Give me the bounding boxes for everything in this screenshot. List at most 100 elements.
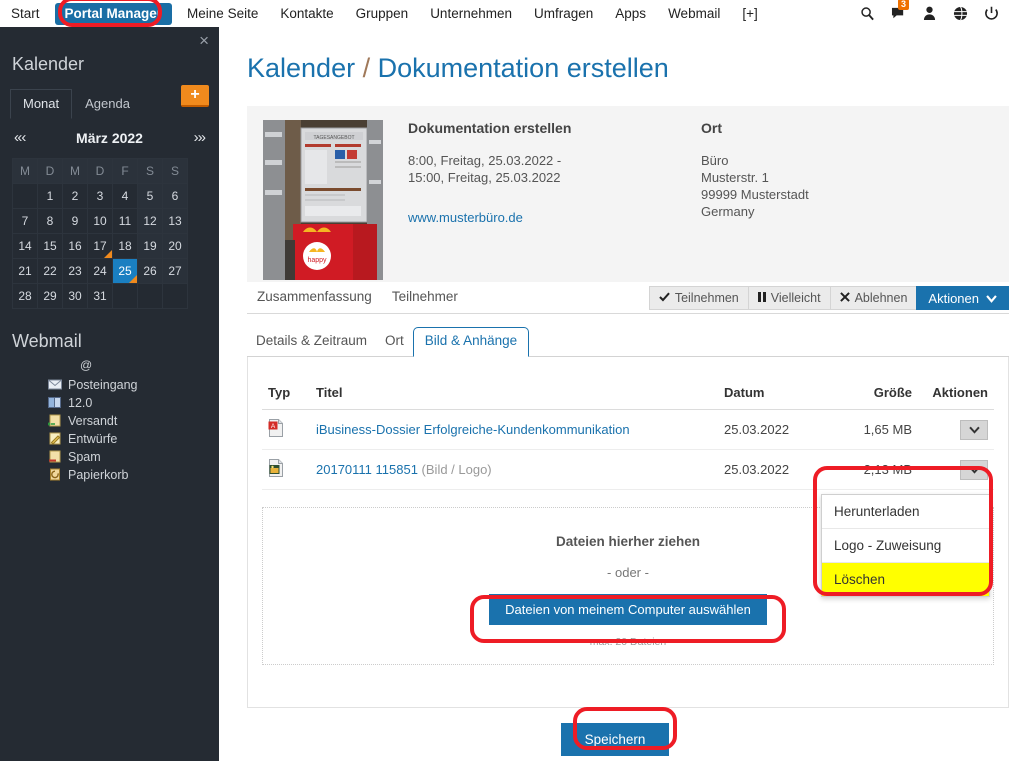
col-datum: Datum	[718, 379, 828, 410]
calendar-day-empty	[162, 283, 188, 309]
location-heading: Ort	[701, 120, 722, 136]
calendar-day-6[interactable]: 6	[162, 183, 188, 209]
location-line: Büro	[701, 153, 729, 168]
nav-item-meine-seite[interactable]: Meine Seite	[176, 0, 269, 27]
subtab-details-zeitraum[interactable]: Details & Zeitraum	[247, 328, 376, 357]
calendar-day-10[interactable]: 10	[87, 208, 113, 234]
power-icon[interactable]	[983, 6, 999, 22]
webmail-folder-entw-rfe[interactable]: Entwürfe	[48, 430, 219, 448]
nav-item-webmail[interactable]: Webmail	[657, 0, 731, 27]
file-type-cell: A	[262, 409, 310, 450]
file-size-cell: 2,13 MB	[828, 449, 918, 490]
calendar-day-8[interactable]: 8	[37, 208, 63, 234]
file-actions-cell	[918, 409, 994, 450]
attend-button[interactable]: Teilnehmen	[648, 286, 748, 310]
dropzone-or-label: - oder -	[607, 565, 649, 580]
calendar-day-20[interactable]: 20	[162, 233, 188, 259]
calendar-day-26[interactable]: 26	[137, 258, 163, 284]
page-title-breadcrumb-calendar[interactable]: Kalender	[247, 53, 355, 83]
calendar-day-17[interactable]: 17	[87, 233, 113, 259]
globe-icon[interactable]	[952, 6, 968, 22]
choose-files-button[interactable]: Dateien von meinem Computer auswählen	[489, 594, 767, 625]
calendar-day-5[interactable]: 5	[137, 183, 163, 209]
calendar-day-25[interactable]: 25	[112, 258, 138, 284]
dropzone-max-label: max. 20 Dateien	[589, 636, 667, 648]
calendar-day-7[interactable]: 7	[12, 208, 38, 234]
check-icon	[659, 291, 670, 305]
calendar-day-15[interactable]: 15	[37, 233, 63, 259]
page-title-current: Dokumentation erstellen	[377, 53, 669, 83]
file-title-link[interactable]: iBusiness-Dossier Erfolgreiche-Kundenkom…	[316, 422, 630, 437]
nav-item-portal-manager[interactable]: Portal Manager	[54, 2, 173, 25]
subtab-ort[interactable]: Ort	[376, 328, 413, 357]
calendar-day-30[interactable]: 30	[62, 283, 88, 309]
calendar-day-22[interactable]: 22	[37, 258, 63, 284]
calendar-next-icon[interactable]: ›»	[194, 129, 206, 146]
tab-zusammenfassung[interactable]: Zusammenfassung	[247, 283, 382, 313]
file-actions-caret-button[interactable]	[960, 459, 988, 480]
calendar-day-27[interactable]: 27	[162, 258, 188, 284]
action-menu-item-logo-zuweisung[interactable]: Logo - Zuweisung	[822, 529, 989, 563]
calendar-day-2[interactable]: 2	[62, 183, 88, 209]
calendar-day-31[interactable]: 31	[87, 283, 113, 309]
calendar-week-row: 28 29 30 31	[12, 283, 188, 309]
sidebar-close-icon[interactable]: ×	[199, 32, 209, 49]
nav-item-gruppen[interactable]: Gruppen	[345, 0, 420, 27]
event-toolbar: Zusammenfassung Teilnehmer Teilnehmen Vi…	[247, 282, 1009, 314]
webmail-folder-spam[interactable]: Spam	[48, 448, 219, 466]
user-icon[interactable]	[921, 6, 937, 22]
calendar-weekday: F	[112, 158, 138, 184]
calendar-day-19[interactable]: 19	[137, 233, 163, 259]
calendar-add-button[interactable]: +	[181, 85, 209, 107]
event-website-link[interactable]: www.musterbüro.de	[408, 210, 676, 225]
calendar-tab-agenda[interactable]: Agenda	[72, 89, 143, 119]
file-title-link[interactable]: 20170111 115851	[316, 462, 418, 477]
calendar-day-13[interactable]: 13	[162, 208, 188, 234]
calendar-day-24[interactable]: 24	[87, 258, 113, 284]
calendar-day-4[interactable]: 4	[112, 183, 138, 209]
calendar-day-12[interactable]: 12	[137, 208, 163, 234]
maybe-button[interactable]: Vielleicht	[747, 286, 830, 310]
calendar-day-3[interactable]: 3	[87, 183, 113, 209]
subtab-bild-anhaenge[interactable]: Bild & Anhänge	[412, 327, 530, 357]
calendar-event-marker-icon	[129, 275, 137, 283]
calendar-day-11[interactable]: 11	[112, 208, 138, 234]
calendar-prev-icon[interactable]: «‹	[14, 129, 26, 146]
decline-button[interactable]: Ablehnen	[829, 286, 917, 310]
calendar-day-29[interactable]: 29	[37, 283, 63, 309]
nav-item-apps[interactable]: Apps	[604, 0, 657, 27]
calendar-day-28[interactable]: 28	[12, 283, 38, 309]
calendar-day-1[interactable]: 1	[37, 183, 63, 209]
nav-item-kontakte[interactable]: Kontakte	[269, 0, 344, 27]
tab-teilnehmer[interactable]: Teilnehmer	[382, 283, 468, 313]
action-menu-item-herunterladen[interactable]: Herunterladen	[822, 495, 989, 529]
action-menu-item-löschen[interactable]: Löschen	[822, 563, 989, 596]
actions-button[interactable]: Aktionen	[916, 286, 1009, 310]
calendar-day-21[interactable]: 21	[12, 258, 38, 284]
calendar-day-14[interactable]: 14	[12, 233, 38, 259]
search-icon[interactable]	[859, 6, 875, 22]
messages-icon[interactable]: 3	[890, 0, 910, 22]
calendar-day-18[interactable]: 18	[112, 233, 138, 259]
calendar-month-nav: «‹ März 2022 ›»	[0, 119, 219, 152]
file-action-menu: Herunterladen Logo - Zuweisung Löschen	[821, 494, 990, 597]
nav-item-start[interactable]: Start	[0, 0, 51, 27]
save-button[interactable]: Speichern	[560, 723, 670, 756]
event-thumbnail[interactable]: TAGESANGEBOT happy	[263, 120, 383, 280]
webmail-folder-posteingang[interactable]: Posteingang	[48, 376, 219, 394]
calendar-day-23[interactable]: 23	[62, 258, 88, 284]
nav-item-unternehmen[interactable]: Unternehmen	[419, 0, 523, 27]
attend-button-label: Teilnehmen	[674, 291, 739, 305]
nav-item-[interactable]: [+]	[731, 0, 768, 27]
webmail-folder-papierkorb[interactable]: Papierkorb	[48, 466, 219, 484]
calendar-day-16[interactable]: 16	[62, 233, 88, 259]
svg-text:A: A	[271, 423, 276, 430]
webmail-folder-versandt[interactable]: Versandt	[47, 412, 219, 430]
col-typ: Typ	[262, 379, 310, 410]
file-actions-caret-button[interactable]	[960, 419, 988, 440]
webmail-folder-12-0[interactable]: 12.0	[48, 394, 219, 412]
calendar-tab-monat[interactable]: Monat	[10, 89, 73, 119]
calendar-day-9[interactable]: 9	[62, 208, 88, 234]
nav-item-umfragen[interactable]: Umfragen	[523, 0, 604, 27]
calendar-week-row: 14 15 16 17 18 19 20	[12, 233, 188, 259]
